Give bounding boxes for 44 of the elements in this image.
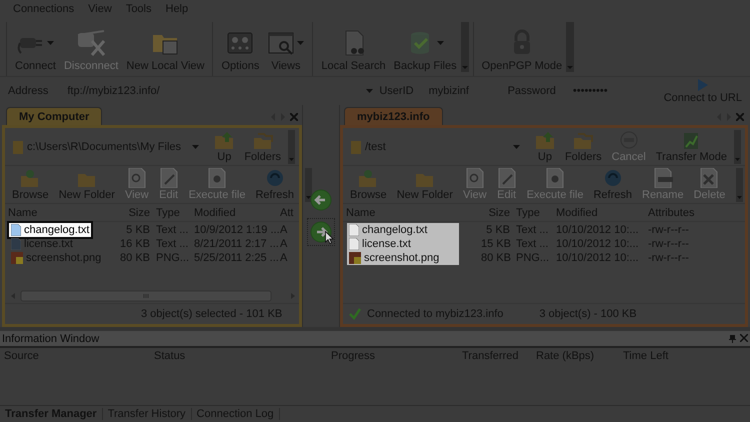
text-file-icon [349,238,359,250]
text-file-icon [11,238,21,250]
delete-document-icon [699,168,720,188]
toolbar-overflow-icon [305,168,312,202]
gear-document-icon [545,168,566,188]
rename-document-icon [652,168,673,188]
pane-tab[interactable]: mybiz123.info [344,107,443,125]
folder-globe-icon [358,168,378,188]
pencil-document-icon [158,168,179,188]
dropdown-caret-icon [366,89,374,93]
folder-icon [351,140,361,154]
folders-icon [573,130,594,150]
folder-up-icon [534,130,555,150]
gear-document-icon [207,168,228,188]
folders-icon [252,130,273,150]
folder-up-icon [214,130,234,150]
checkmark-icon [349,308,361,320]
play-icon [696,78,709,92]
download-button[interactable] [308,187,334,213]
dropdown-caret-icon [192,144,200,148]
close-icon [290,113,298,121]
pin-icon [728,334,737,343]
dropdown-caret-icon [512,144,520,148]
panel-title: Information Window [2,332,100,344]
text-file-icon [349,224,359,236]
pane-tab[interactable]: My Computer [6,107,102,125]
mouse-cursor-icon [325,231,334,244]
magnifier-document-icon [464,168,485,188]
folder-globe-icon [20,168,40,188]
image-file-icon [349,252,361,264]
toolbar-overflow-icon [460,22,469,72]
password-field[interactable]: ••••••••• [570,84,646,98]
image-file-icon [11,252,23,264]
upload-button[interactable] [308,219,334,245]
text-file-icon [11,224,21,236]
pencil-document-icon [496,168,517,188]
folder-icon [13,140,23,154]
refresh-icon [264,168,285,188]
close-icon [740,334,748,342]
magnifier-document-icon [126,168,147,188]
toolbar-overflow-icon [566,22,574,72]
refresh-icon [602,168,623,188]
unplug-icon [77,29,106,57]
close-icon [736,113,744,121]
